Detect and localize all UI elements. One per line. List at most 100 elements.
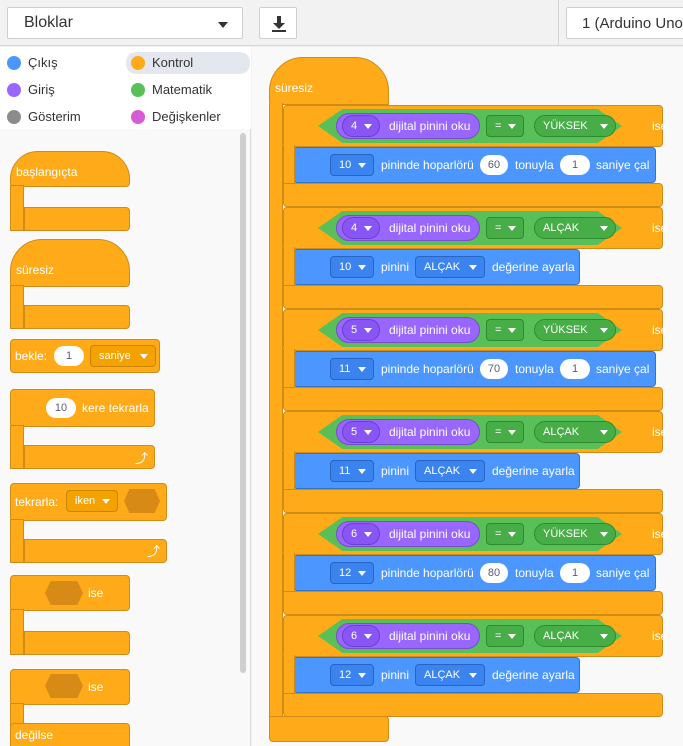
operator-dropdown[interactable]: = bbox=[486, 523, 524, 545]
read-pin-dropdown-label: 5 bbox=[351, 426, 358, 438]
download-button[interactable] bbox=[259, 7, 297, 39]
set-value-dropdown-label: ALÇAK bbox=[424, 465, 461, 477]
wait-unit-dropdown[interactable]: saniye bbox=[90, 345, 156, 367]
if-label: ise bbox=[652, 119, 668, 133]
workspace: süresiz 4 dijital pinini oku = YÜKSEK ise 10 p… bbox=[252, 47, 683, 746]
category-output[interactable]: Çıkış bbox=[2, 52, 120, 74]
palette-block-setup-label: başlangıçta bbox=[16, 165, 78, 179]
c-arm bbox=[10, 609, 24, 655]
tone-duration-input[interactable]: 1 bbox=[560, 155, 590, 175]
level-dropdown[interactable]: ALÇAK bbox=[534, 217, 616, 239]
tone-pin-dropdown[interactable]: 12 bbox=[330, 562, 374, 584]
read-pin-dropdown-label: 5 bbox=[351, 324, 358, 336]
set-pin-label: pinini bbox=[381, 260, 410, 274]
level-dropdown[interactable]: ALÇAK bbox=[534, 421, 616, 443]
set-pin-label: değerine ayarla bbox=[492, 464, 575, 478]
digital-read-label: dijital pinini oku bbox=[389, 629, 471, 643]
level-dropdown[interactable]: YÜKSEK bbox=[534, 115, 616, 137]
read-pin-dropdown[interactable]: 4 bbox=[342, 217, 380, 239]
operator-dropdown[interactable]: = bbox=[486, 115, 524, 137]
category-input[interactable]: Giriş bbox=[2, 79, 120, 101]
level-dropdown-label: YÜKSEK bbox=[543, 528, 588, 540]
boolean-slot[interactable] bbox=[45, 581, 83, 605]
operator-dropdown-label: = bbox=[495, 324, 502, 336]
tone-frequency-input[interactable]: 60 bbox=[480, 155, 508, 175]
chevron-down-icon bbox=[358, 469, 366, 474]
chevron-down-icon bbox=[102, 499, 110, 504]
chevron-down-icon bbox=[358, 163, 366, 168]
set-value-dropdown[interactable]: ALÇAK bbox=[415, 460, 485, 482]
set-pin-dropdown[interactable]: 12 bbox=[330, 664, 374, 686]
tone-label: pininde hoparlörü bbox=[381, 362, 474, 376]
board-select-value: 1 (Arduino Uno bbox=[582, 15, 683, 32]
c-foot bbox=[24, 305, 130, 329]
tone-label: pininde hoparlörü bbox=[381, 158, 474, 172]
operator-dropdown[interactable]: = bbox=[486, 217, 524, 239]
level-dropdown-label: ALÇAK bbox=[543, 630, 580, 642]
category-display[interactable]: Gösterim bbox=[2, 106, 120, 128]
tone-frequency-input[interactable]: 70 bbox=[480, 359, 508, 379]
tone-pin-dropdown[interactable]: 10 bbox=[330, 154, 374, 176]
operator-dropdown-label: = bbox=[495, 630, 502, 642]
level-dropdown[interactable]: YÜKSEK bbox=[534, 319, 616, 341]
repeat-while-dropdown[interactable]: iken bbox=[66, 490, 118, 512]
tone-label: saniye çal bbox=[596, 362, 650, 376]
wait-unit-label: saniye bbox=[99, 350, 131, 362]
boolean-slot[interactable] bbox=[45, 674, 83, 698]
block-palette: başlangıçta süresiz bekle: 1 saniye 10 k… bbox=[0, 129, 251, 746]
c-arm bbox=[10, 185, 24, 231]
set-value-dropdown[interactable]: ALÇAK bbox=[415, 664, 485, 686]
category-select[interactable]: Bloklar bbox=[7, 7, 243, 39]
if-foot bbox=[283, 489, 663, 513]
operator-dropdown[interactable]: = bbox=[486, 625, 524, 647]
chevron-down-icon bbox=[508, 532, 516, 537]
set-value-dropdown[interactable]: ALÇAK bbox=[415, 256, 485, 278]
set-pin-dropdown-label: 11 bbox=[339, 465, 351, 477]
tone-frequency-input[interactable]: 80 bbox=[480, 563, 508, 583]
operator-dropdown-label: = bbox=[495, 528, 502, 540]
category-dot-icon bbox=[7, 56, 21, 70]
chevron-down-icon bbox=[358, 571, 366, 576]
digital-read-label: dijital pinini oku bbox=[389, 221, 471, 235]
tone-duration-input[interactable]: 1 bbox=[560, 563, 590, 583]
repeat-label: kere tekrarla bbox=[82, 401, 149, 415]
chevron-down-icon bbox=[358, 265, 366, 270]
set-pin-dropdown-label: 12 bbox=[339, 669, 352, 681]
read-pin-dropdown-label: 4 bbox=[351, 222, 358, 234]
category-variables[interactable]: Değişkenler bbox=[126, 106, 250, 128]
board-select[interactable]: 1 (Arduino Uno bbox=[566, 7, 683, 39]
tone-pin-dropdown[interactable]: 11 bbox=[330, 358, 374, 380]
category-select-value: Bloklar bbox=[24, 14, 73, 31]
level-dropdown[interactable]: YÜKSEK bbox=[534, 523, 616, 545]
chevron-down-icon bbox=[600, 328, 608, 333]
chevron-down-icon bbox=[364, 532, 372, 537]
set-value-dropdown-label: ALÇAK bbox=[424, 669, 461, 681]
download-icon bbox=[272, 16, 286, 32]
palette-scrollbar[interactable] bbox=[240, 133, 246, 673]
chevron-down-icon bbox=[140, 354, 148, 359]
read-pin-dropdown[interactable]: 4 bbox=[342, 115, 380, 137]
chevron-down-icon bbox=[469, 673, 477, 678]
level-dropdown[interactable]: ALÇAK bbox=[534, 625, 616, 647]
operator-dropdown[interactable]: = bbox=[486, 319, 524, 341]
read-pin-dropdown[interactable]: 6 bbox=[342, 523, 380, 545]
set-pin-label: pinini bbox=[381, 668, 410, 682]
boolean-slot[interactable] bbox=[124, 489, 160, 513]
set-pin-dropdown[interactable]: 10 bbox=[330, 256, 374, 278]
read-pin-dropdown-label: 6 bbox=[351, 630, 358, 642]
read-pin-dropdown[interactable]: 5 bbox=[342, 319, 380, 341]
if-else-label: ise bbox=[88, 680, 104, 694]
read-pin-dropdown[interactable]: 5 bbox=[342, 421, 380, 443]
tone-label: tonuyla bbox=[515, 158, 554, 172]
category-label: Giriş bbox=[28, 82, 55, 97]
chevron-down-icon bbox=[508, 328, 516, 333]
category-control[interactable]: Kontrol bbox=[126, 52, 250, 74]
read-pin-dropdown[interactable]: 6 bbox=[342, 625, 380, 647]
level-dropdown-label: YÜKSEK bbox=[543, 324, 588, 336]
repeat-count-input[interactable]: 10 bbox=[46, 398, 76, 418]
wait-value-input[interactable]: 1 bbox=[54, 346, 84, 366]
category-math[interactable]: Matematik bbox=[126, 79, 250, 101]
operator-dropdown[interactable]: = bbox=[486, 421, 524, 443]
tone-duration-input[interactable]: 1 bbox=[560, 359, 590, 379]
set-pin-dropdown[interactable]: 11 bbox=[330, 460, 374, 482]
